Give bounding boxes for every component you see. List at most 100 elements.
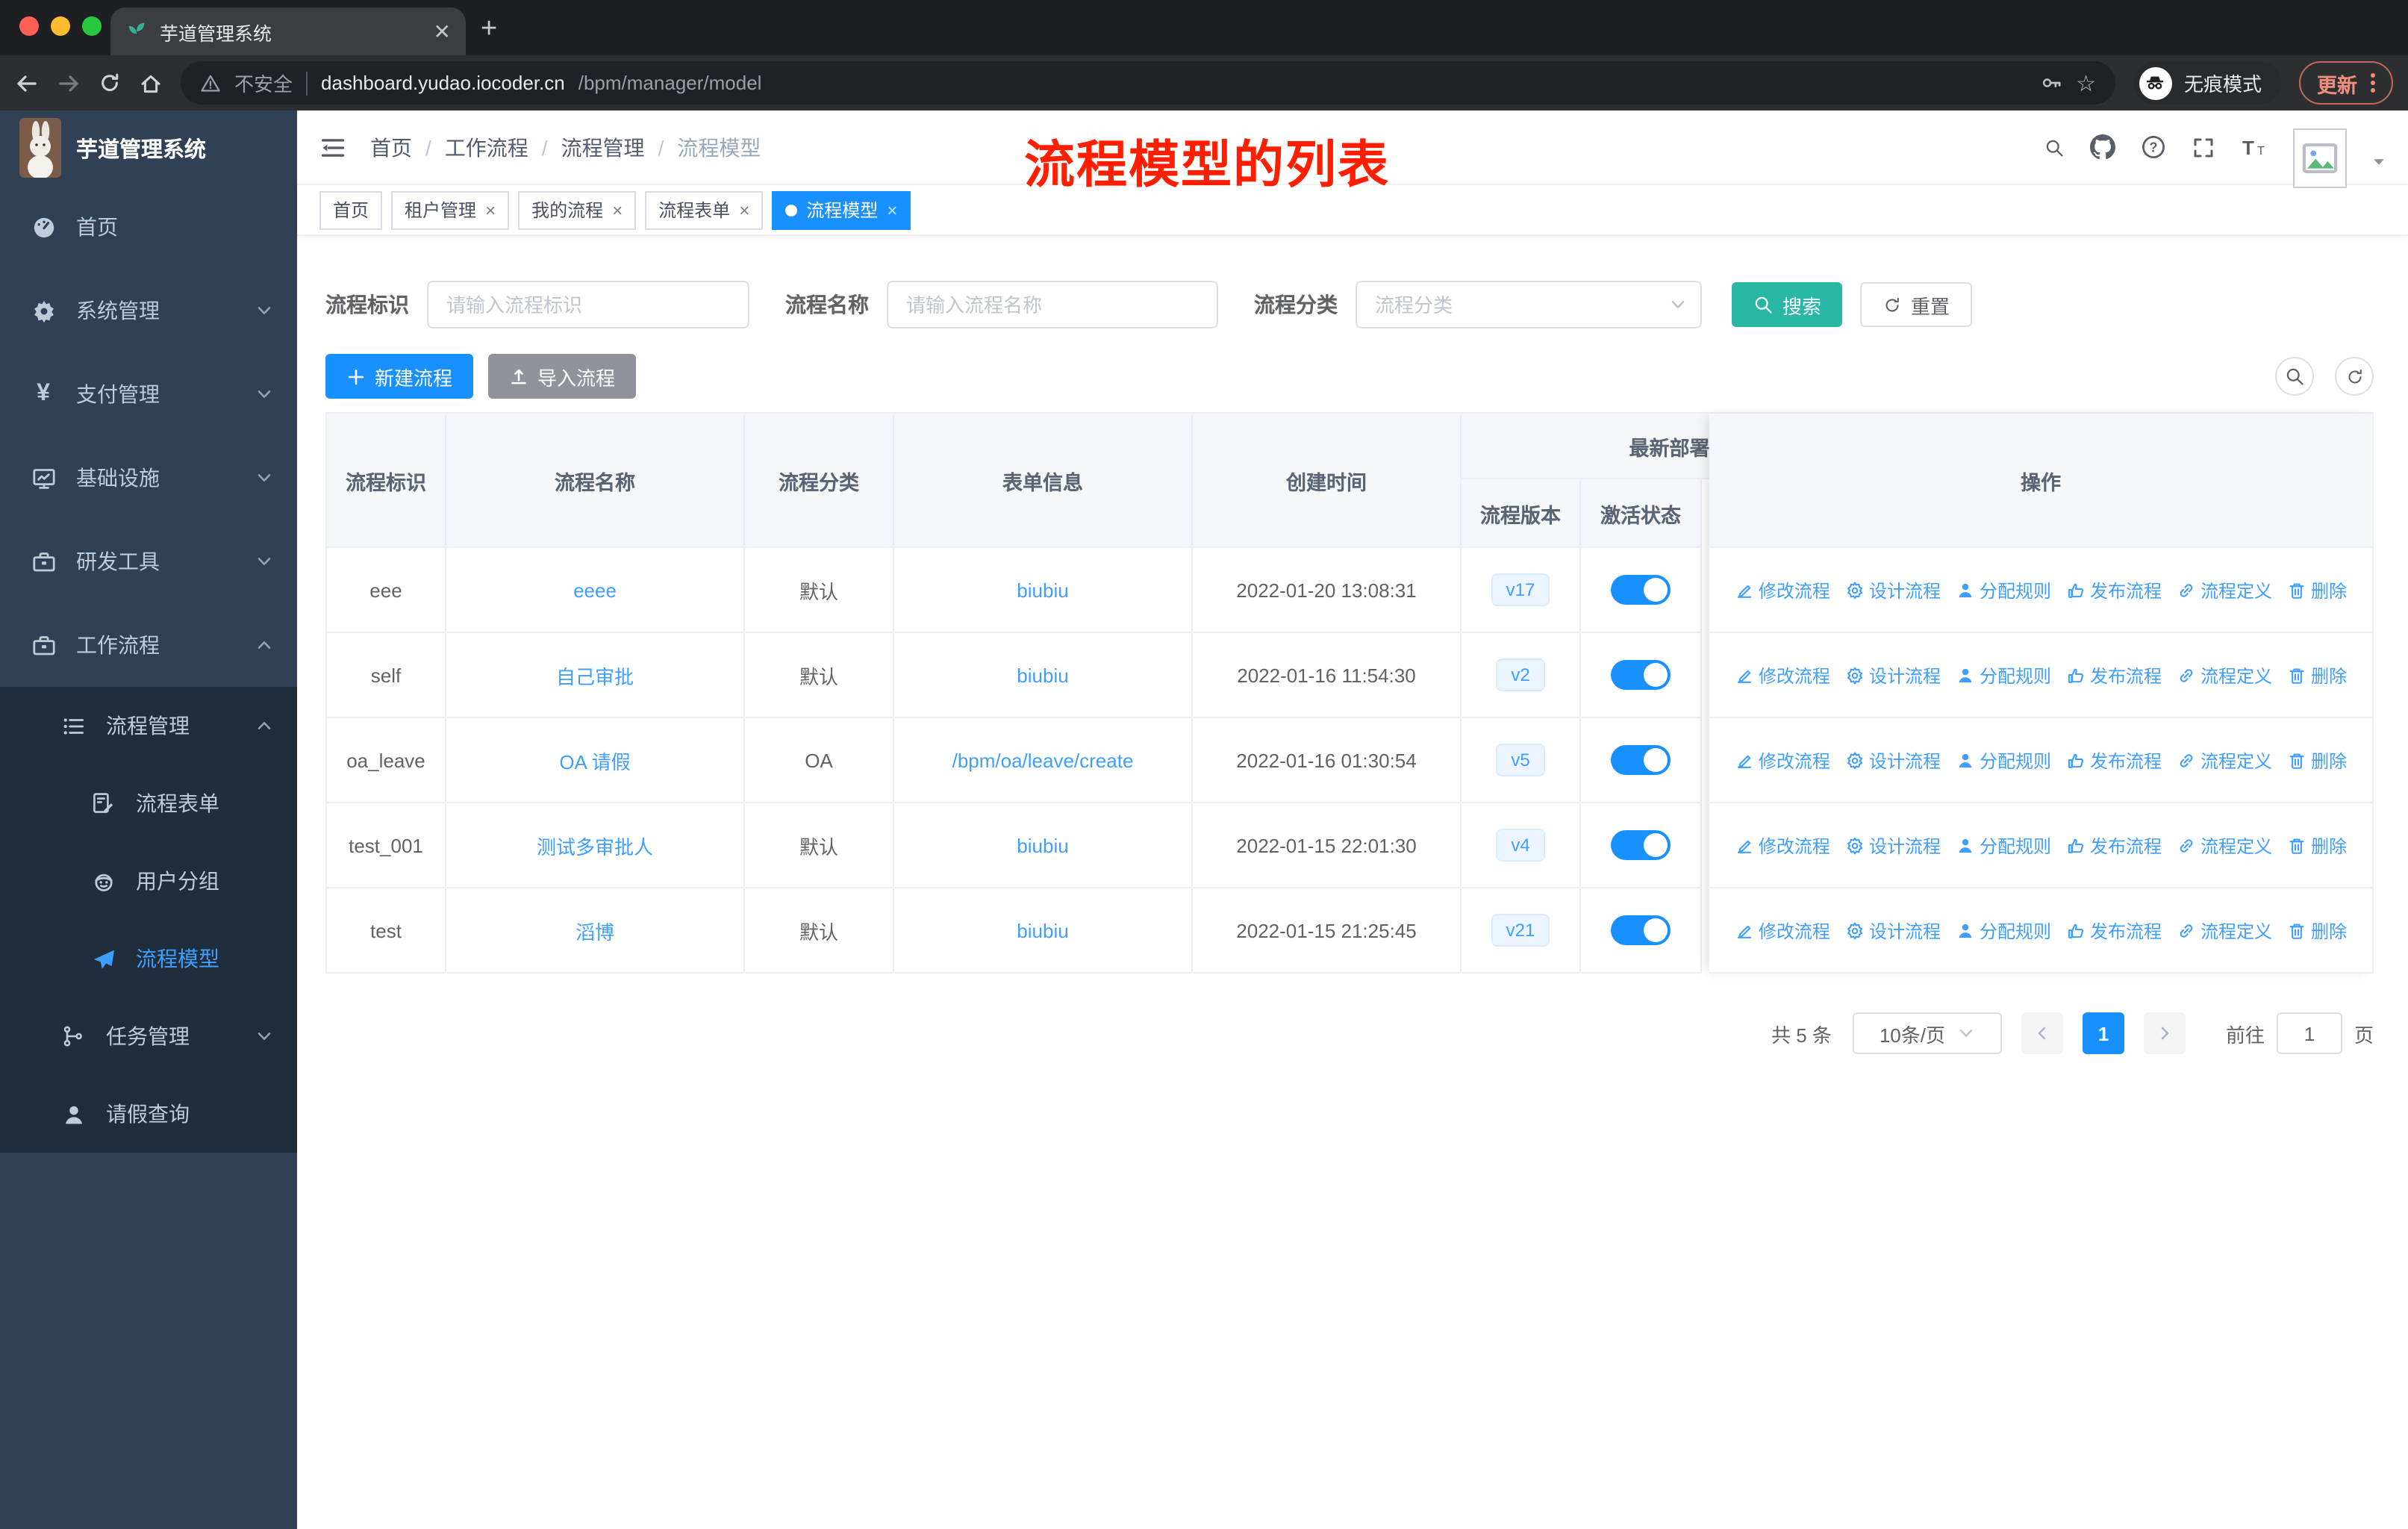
create-process-button[interactable]: 新建流程 [325,354,474,399]
refresh-table-button[interactable] [2335,357,2374,396]
sidebar-item-3[interactable]: 基础设施 [0,436,297,520]
sidebar-item-2[interactable]: ¥ 支付管理 [0,352,297,436]
action-publish[interactable]: 发布流程 [2066,577,2162,602]
browser-menu-icon[interactable] [2371,73,2375,93]
action-delete[interactable]: 删除 [2287,832,2347,858]
github-icon[interactable] [2090,134,2115,160]
cell-form-info-link[interactable]: biubiu [894,888,1193,974]
action-assign[interactable]: 分配规则 [1956,747,2051,773]
fullscreen-icon[interactable] [2192,135,2215,159]
action-publish[interactable]: 发布流程 [2066,662,2162,688]
import-process-button[interactable]: 导入流程 [488,354,637,399]
sidebar-item-11[interactable]: 请假查询 [0,1075,297,1153]
tag-1[interactable]: 租户管理 × [391,190,510,229]
sidebar-item-5[interactable]: 工作流程 [0,603,297,687]
cell-process-name-link[interactable]: OA 请假 [446,718,745,803]
action-definition[interactable]: 流程定义 [2177,918,2272,943]
version-badge[interactable]: v21 [1491,914,1550,947]
close-icon[interactable]: × [887,199,897,220]
filter-category-input[interactable] [1356,281,1702,328]
key-icon[interactable] [2040,72,2062,94]
zoom-window-button[interactable] [82,16,102,36]
tag-0[interactable]: 首页 [319,190,383,229]
action-definition[interactable]: 流程定义 [2177,577,2272,602]
action-design[interactable]: 设计流程 [1845,577,1941,602]
sidebar-item-8[interactable]: 用户分组 [0,842,297,920]
cell-form-info-link[interactable]: /bpm/oa/leave/create [894,718,1193,803]
sidebar-item-6[interactable]: 流程管理 [0,687,297,764]
action-delete[interactable]: 删除 [2287,577,2347,602]
action-assign[interactable]: 分配规则 [1956,577,2051,602]
sidebar-item-7[interactable]: 流程表单 [0,764,297,842]
search-button[interactable]: 搜索 [1732,282,1843,327]
help-icon[interactable]: ? [2141,134,2166,160]
version-badge[interactable]: v17 [1491,573,1550,606]
hamburger-icon[interactable] [319,134,346,161]
cell-process-name-link[interactable]: 滔博 [446,888,745,974]
new-tab-button[interactable]: + [481,7,497,52]
filter-category-select[interactable] [1356,281,1702,328]
sidebar-item-10[interactable]: 任务管理 [0,997,297,1075]
cell-form-info-link[interactable]: biubiu [894,803,1193,888]
action-publish[interactable]: 发布流程 [2066,832,2162,858]
tag-3[interactable]: 流程表单 × [645,190,764,229]
filter-name-input[interactable] [887,281,1218,328]
action-delete[interactable]: 删除 [2287,918,2347,943]
action-definition[interactable]: 流程定义 [2177,662,2272,688]
action-design[interactable]: 设计流程 [1845,918,1941,943]
version-badge[interactable]: v2 [1496,658,1545,691]
action-design[interactable]: 设计流程 [1845,832,1941,858]
active-toggle[interactable] [1611,830,1671,860]
close-window-button[interactable] [19,16,39,36]
action-edit[interactable]: 修改流程 [1735,662,1830,688]
breadcrumb-item-1[interactable]: 工作流程 [445,132,528,162]
action-assign[interactable]: 分配规则 [1956,832,2051,858]
close-icon[interactable]: × [612,199,623,220]
action-edit[interactable]: 修改流程 [1735,918,1830,943]
breadcrumb-item-0[interactable]: 首页 [370,132,412,162]
browser-tab[interactable]: 芋道管理系统 ✕ [110,7,466,55]
sidebar-item-0[interactable]: 首页 [0,185,297,269]
sidebar-item-4[interactable]: 研发工具 [0,520,297,603]
close-icon[interactable]: × [485,199,496,220]
current-page-button[interactable]: 1 [2082,1012,2124,1054]
next-page-button[interactable] [2143,1012,2186,1054]
action-assign[interactable]: 分配规则 [1956,918,2051,943]
forward-icon[interactable] [57,71,81,95]
show-search-toggle-button[interactable] [2275,357,2314,396]
action-definition[interactable]: 流程定义 [2177,747,2272,773]
filter-key-input[interactable] [427,281,749,328]
action-design[interactable]: 设计流程 [1845,662,1941,688]
active-toggle[interactable] [1611,915,1671,945]
active-toggle[interactable] [1611,745,1671,775]
browser-update-button[interactable]: 更新 [2299,61,2393,105]
action-publish[interactable]: 发布流程 [2066,918,2162,943]
close-icon[interactable]: × [739,199,749,220]
prev-page-button[interactable] [2021,1012,2063,1054]
avatar-caret-icon[interactable] [2372,155,2386,169]
cell-process-name-link[interactable]: 自己审批 [446,633,745,718]
active-toggle[interactable] [1611,660,1671,690]
cell-process-name-link[interactable]: eeee [446,548,745,633]
tag-4[interactable]: 流程模型 × [772,190,911,229]
breadcrumb-item-2[interactable]: 流程管理 [561,132,645,162]
page-size-select[interactable]: 10条/页 [1852,1012,2002,1054]
cell-form-info-link[interactable]: biubiu [894,548,1193,633]
sidebar-item-1[interactable]: 系统管理 [0,269,297,352]
back-icon[interactable] [15,71,39,95]
reset-button[interactable]: 重置 [1860,282,1973,327]
cell-process-name-link[interactable]: 测试多审批人 [446,803,745,888]
version-badge[interactable]: v4 [1496,829,1545,862]
action-edit[interactable]: 修改流程 [1735,832,1830,858]
action-edit[interactable]: 修改流程 [1735,577,1830,602]
action-design[interactable]: 设计流程 [1845,747,1941,773]
user-avatar[interactable] [2293,128,2347,187]
action-delete[interactable]: 删除 [2287,662,2347,688]
action-edit[interactable]: 修改流程 [1735,747,1830,773]
version-badge[interactable]: v5 [1496,744,1545,776]
sidebar-item-9[interactable]: 流程模型 [0,920,297,997]
bookmark-star-icon[interactable]: ☆ [2076,69,2096,96]
window-controls[interactable] [19,16,102,36]
cell-form-info-link[interactable]: biubiu [894,633,1193,718]
tab-close-icon[interactable]: ✕ [434,19,451,44]
